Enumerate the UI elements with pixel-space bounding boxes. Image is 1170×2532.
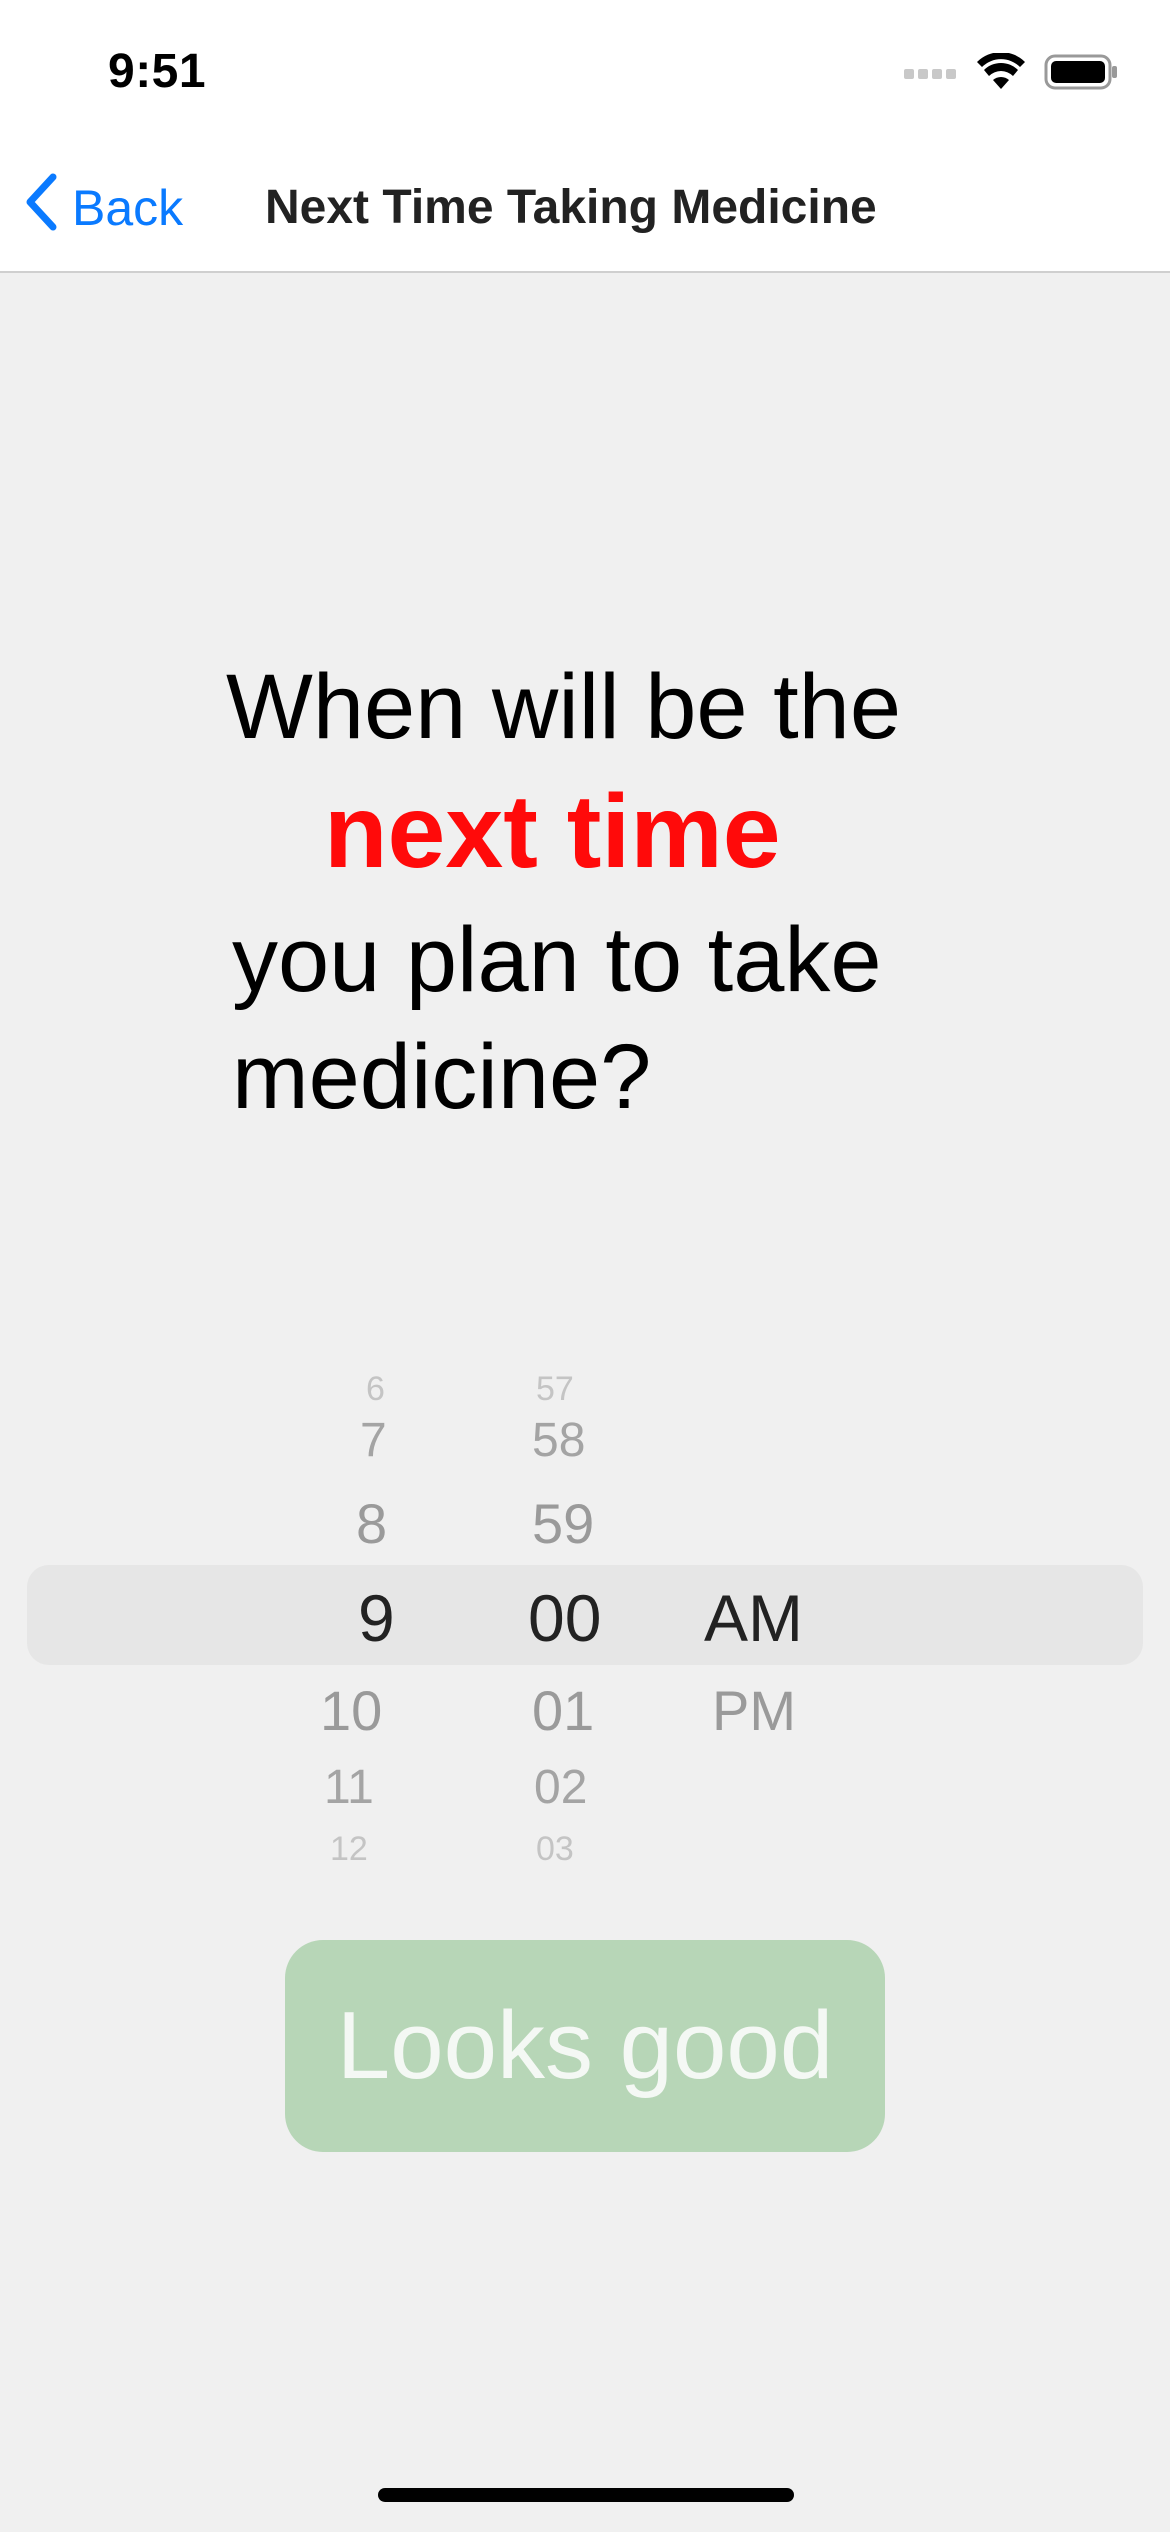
back-label: Back	[72, 180, 184, 236]
looks-good-button[interactable]: Looks good	[285, 1940, 885, 2152]
question-line-1: When will be the	[226, 656, 901, 758]
navigation-bar: Back Next Time Taking Medicine	[0, 145, 1170, 273]
page-title: Next Time Taking Medicine	[265, 181, 877, 234]
question-highlight: next time	[324, 774, 781, 890]
question-line-3: you plan to take	[232, 909, 882, 1011]
chevron-left-icon	[24, 173, 58, 243]
hour-option[interactable]: 12	[330, 1830, 368, 1869]
minute-option[interactable]: 57	[536, 1370, 574, 1409]
back-button[interactable]: Back	[24, 173, 183, 243]
hour-selected[interactable]: 9	[358, 1580, 395, 1656]
looks-good-label: Looks good	[336, 1992, 834, 2099]
hour-option[interactable]: 10	[320, 1678, 382, 1743]
minute-option[interactable]: 02	[534, 1760, 587, 1815]
wifi-icon	[976, 53, 1026, 91]
minute-option[interactable]: 01	[532, 1678, 594, 1743]
hour-option[interactable]: 11	[324, 1760, 374, 1815]
hour-option[interactable]: 7	[360, 1413, 387, 1468]
hour-wheel[interactable]: 6 7 8 9 10 11 12	[300, 1340, 460, 1880]
am-pm-wheel[interactable]: AM PM	[700, 1340, 860, 1880]
period-option[interactable]: PM	[712, 1678, 796, 1743]
question-line-4: medicine?	[232, 1026, 652, 1128]
minute-option[interactable]: 59	[532, 1491, 594, 1556]
minute-option[interactable]: 03	[536, 1830, 574, 1869]
status-time: 9:51	[108, 45, 207, 98]
time-picker[interactable]: 6 7 8 9 10 11 12 57 58 59 00 01 02 03 AM…	[0, 1340, 1170, 1880]
status-bar: 9:51	[0, 0, 1170, 145]
status-icons	[904, 52, 1118, 92]
battery-icon	[1044, 54, 1118, 90]
hour-option[interactable]: 6	[366, 1370, 385, 1409]
cellular-signal-icon	[904, 65, 958, 79]
hour-option[interactable]: 8	[356, 1491, 387, 1556]
minute-wheel[interactable]: 57 58 59 00 01 02 03	[510, 1340, 670, 1880]
home-indicator[interactable]	[378, 2488, 794, 2502]
minute-selected[interactable]: 00	[528, 1580, 601, 1656]
minute-option[interactable]: 58	[532, 1413, 585, 1468]
period-selected[interactable]: AM	[704, 1580, 803, 1656]
